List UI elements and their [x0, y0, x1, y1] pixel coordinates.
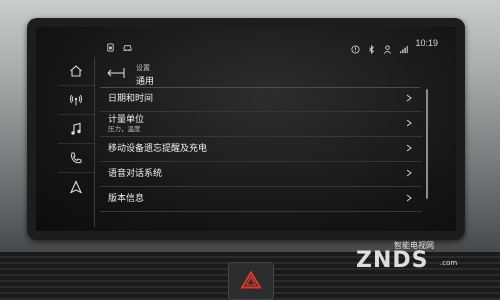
- chevron-right-icon: [406, 119, 412, 127]
- sidebar-item-navigation[interactable]: [58, 173, 94, 201]
- person-icon[interactable]: [383, 39, 392, 54]
- phone-battery-icon[interactable]: [106, 37, 115, 52]
- sidebar-item-music[interactable]: [58, 115, 94, 144]
- menu-item-label: 日期和时间: [108, 94, 154, 104]
- sidebar-item-home[interactable]: [58, 57, 94, 86]
- chevron-right-icon: [406, 144, 412, 152]
- bluetooth-icon[interactable]: [367, 39, 376, 54]
- car-icon[interactable]: [123, 37, 132, 52]
- hazard-warning-icon: [241, 271, 261, 289]
- page-subtitle: 通用: [136, 77, 155, 87]
- menu-item-label: 语音对话系统: [108, 169, 163, 179]
- music-icon: [71, 122, 81, 135]
- watermark-domain: .com: [440, 259, 458, 267]
- radio-icon: [70, 94, 82, 106]
- menu-item-units[interactable]: 计量单位 压力，温度: [100, 112, 422, 137]
- hazard-button[interactable]: [228, 262, 274, 300]
- menu-item-sublabel: 压力，温度: [108, 125, 141, 133]
- settings-menu-list: 日期和时间 计量单位 压力，温度 移动设备遗忘提醒及充电 语音对话系统 版本信息: [100, 87, 422, 212]
- navigation-icon: [69, 180, 83, 194]
- chevron-right-icon: [406, 194, 412, 202]
- infotainment-screen: 10:19 设置 通用 日期和时间 计量单位 压力，温度 移动设备遗忘提醒及充电…: [36, 27, 456, 231]
- page-title: 设置: [136, 64, 150, 72]
- chevron-right-icon: [406, 94, 412, 102]
- menu-item-label: 版本信息: [108, 194, 145, 204]
- signal-icon[interactable]: [399, 39, 409, 53]
- menu-item-date-time[interactable]: 日期和时间: [100, 87, 422, 112]
- menu-item-voice-dialog[interactable]: 语音对话系统: [100, 162, 422, 187]
- sidebar-item-phone[interactable]: [58, 144, 94, 173]
- clock-time: 10:19: [415, 38, 438, 48]
- sidebar-divider: [94, 57, 95, 227]
- sidebar: [58, 57, 94, 227]
- menu-item-label: 计量单位: [108, 115, 145, 125]
- menu-item-device-reminder[interactable]: 移动设备遗忘提醒及充电: [100, 137, 422, 162]
- sidebar-item-radio[interactable]: [58, 86, 94, 115]
- alert-icon[interactable]: [351, 39, 361, 54]
- home-icon: [70, 65, 82, 77]
- chevron-right-icon: [406, 169, 412, 177]
- watermark-logo: ZNDS: [356, 248, 429, 273]
- status-bar-left: [106, 37, 132, 52]
- status-bar-right: 10:19: [351, 38, 438, 54]
- watermark: 智能电视网 ZNDS .com: [356, 240, 476, 276]
- back-button[interactable]: [106, 65, 126, 79]
- menu-item-label: 移动设备遗忘提醒及充电: [108, 144, 208, 154]
- phone-icon: [71, 152, 82, 164]
- back-arrow-icon: [107, 68, 125, 78]
- menu-item-version-info[interactable]: 版本信息: [100, 187, 422, 212]
- scrollbar[interactable]: [426, 89, 428, 199]
